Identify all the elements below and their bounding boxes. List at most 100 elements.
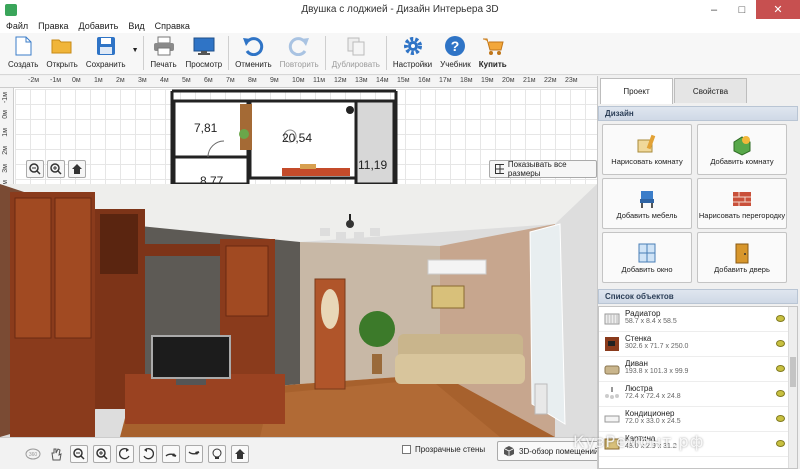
menu-edit[interactable]: Правка — [38, 21, 68, 31]
plan-zoom-controls — [26, 160, 86, 178]
list-item[interactable]: Кондиционер 72.0 x 33.0 x 24.5 — [599, 407, 797, 432]
light-button[interactable] — [208, 444, 226, 463]
tilt-down-button[interactable] — [185, 444, 203, 463]
print-label: Печать — [150, 60, 177, 69]
buy-button[interactable]: Купить — [475, 33, 511, 69]
svg-text:360: 360 — [29, 452, 38, 458]
gear-icon — [402, 35, 424, 57]
save-button[interactable]: Сохранить — [82, 33, 130, 69]
undo-button[interactable]: Отменить — [231, 33, 276, 69]
add-door-button[interactable]: Добавить дверь — [697, 232, 787, 283]
room-area-label: 8,77 — [200, 174, 224, 184]
preview-label: Просмотр — [185, 60, 223, 69]
home-icon — [235, 448, 245, 459]
settings-label: Настройки — [392, 60, 433, 69]
window-controls: – □ ✕ — [700, 0, 800, 19]
wall-unit-icon — [605, 337, 619, 351]
scrollbar-thumb[interactable] — [790, 357, 796, 387]
list-item[interactable]: Стенка 302.6 x 71.7 x 250.0 — [599, 332, 797, 357]
maximize-button[interactable]: □ — [728, 0, 756, 19]
menu-help[interactable]: Справка — [155, 21, 190, 31]
rotate-right-button[interactable] — [139, 444, 157, 463]
checkbox-box[interactable] — [402, 445, 411, 454]
tutorial-button[interactable]: ? Учебник — [436, 33, 475, 69]
printer-icon — [153, 35, 175, 57]
zoom-out-3d-button[interactable] — [70, 444, 88, 463]
zoom-out-button[interactable] — [26, 160, 44, 178]
eye-icon[interactable] — [776, 440, 785, 447]
settings-button[interactable]: Настройки — [389, 33, 436, 69]
add-window-button[interactable]: Добавить окно — [602, 232, 692, 283]
undo-label: Отменить — [235, 60, 272, 69]
draw-room-icon — [637, 134, 656, 152]
eye-icon[interactable] — [776, 415, 785, 422]
objects-section-header: Список объектов — [598, 289, 798, 304]
tutorial-label: Учебник — [440, 60, 471, 69]
add-room-icon — [733, 135, 751, 156]
zoom-in-3d-button[interactable] — [93, 444, 111, 463]
design-buttons: Нарисовать комнату Добавить комнату Доба… — [602, 124, 796, 283]
list-item[interactable]: Радиатор 58.7 x 8.4 x 58.5 — [599, 307, 797, 332]
redo-icon — [288, 35, 310, 57]
minimize-button[interactable]: – — [700, 0, 728, 19]
object-name: Радиатор — [625, 309, 661, 318]
show-dimensions-button[interactable]: Показывать все размеры — [489, 160, 597, 178]
add-furniture-button[interactable]: Добавить мебель — [602, 178, 692, 229]
list-item[interactable]: Диван 193.8 x 101.3 x 99.9 — [599, 357, 797, 382]
object-dimensions: 72.0 x 33.0 x 24.5 — [625, 418, 681, 425]
brick-wall-icon — [733, 191, 751, 206]
tilt-up-button[interactable] — [162, 444, 180, 463]
3d-view[interactable] — [0, 184, 597, 437]
draw-room-button[interactable]: Нарисовать комнату — [602, 124, 692, 175]
object-name: Люстра — [625, 384, 653, 393]
transparent-walls-checkbox[interactable]: Прозрачные стены — [402, 445, 485, 454]
redo-label: Повторить — [279, 60, 319, 69]
room-area-label: 11,19 — [358, 158, 388, 172]
object-dimensions: 302.6 x 71.7 x 250.0 — [625, 343, 689, 350]
monitor-icon — [193, 35, 215, 57]
eye-icon[interactable] — [776, 340, 785, 347]
add-room-button[interactable]: Добавить комнату — [697, 124, 787, 175]
rotate-left-button[interactable] — [116, 444, 134, 463]
plan-view[interactable]: -2м -1м 0м 1м 2м 3м 4м 5м 6м 7м 8м 9м 10… — [0, 76, 597, 184]
preview-button[interactable]: Просмотр — [182, 33, 227, 69]
home-icon — [72, 164, 82, 174]
list-item[interactable]: Люстра 72.4 x 72.4 x 24.8 — [599, 382, 797, 407]
design-section-header: Дизайн — [598, 106, 798, 121]
object-dimensions: 193.8 x 101.3 x 99.9 — [625, 368, 689, 375]
redo-button[interactable]: Повторить — [276, 33, 323, 69]
rotate-right-icon — [143, 447, 154, 459]
air-conditioner-icon — [604, 415, 620, 423]
objects-scrollbar[interactable] — [788, 307, 797, 468]
eye-icon[interactable] — [776, 365, 785, 372]
pan-button[interactable] — [47, 445, 65, 463]
menu-file[interactable]: Файл — [6, 21, 28, 31]
save-dropdown[interactable]: ▼ — [130, 33, 141, 54]
home-button[interactable] — [68, 160, 86, 178]
zoom-in-button[interactable] — [47, 160, 65, 178]
home-3d-button[interactable] — [231, 444, 249, 463]
menu-view[interactable]: Вид — [128, 21, 144, 31]
menu-add[interactable]: Добавить — [79, 21, 119, 31]
print-button[interactable]: Печать — [146, 33, 182, 69]
door-icon — [735, 243, 749, 263]
duplicate-button[interactable]: Дублировать — [328, 33, 384, 69]
add-room-label: Добавить комнату — [710, 156, 774, 166]
zoom-out-icon — [73, 447, 85, 460]
window-icon — [638, 243, 656, 262]
draw-partition-button[interactable]: Нарисовать перегородку — [697, 178, 787, 229]
close-button[interactable]: ✕ — [756, 0, 800, 19]
room-area-label: 20,54 — [282, 131, 313, 145]
open-button[interactable]: Открыть — [42, 33, 81, 69]
create-button[interactable]: Создать — [4, 33, 42, 69]
eye-icon[interactable] — [776, 315, 785, 322]
tab-properties[interactable]: Свойства — [674, 78, 747, 103]
tilt-up-icon — [165, 452, 177, 457]
svg-text:?: ? — [451, 38, 460, 54]
3d-scene — [0, 184, 597, 437]
object-dimensions: 72.4 x 72.4 x 24.8 — [625, 393, 681, 400]
360-view-button[interactable]: 360 — [24, 445, 42, 463]
eye-icon[interactable] — [776, 390, 785, 397]
tab-project[interactable]: Проект — [600, 78, 673, 104]
object-name: Диван — [625, 359, 648, 368]
